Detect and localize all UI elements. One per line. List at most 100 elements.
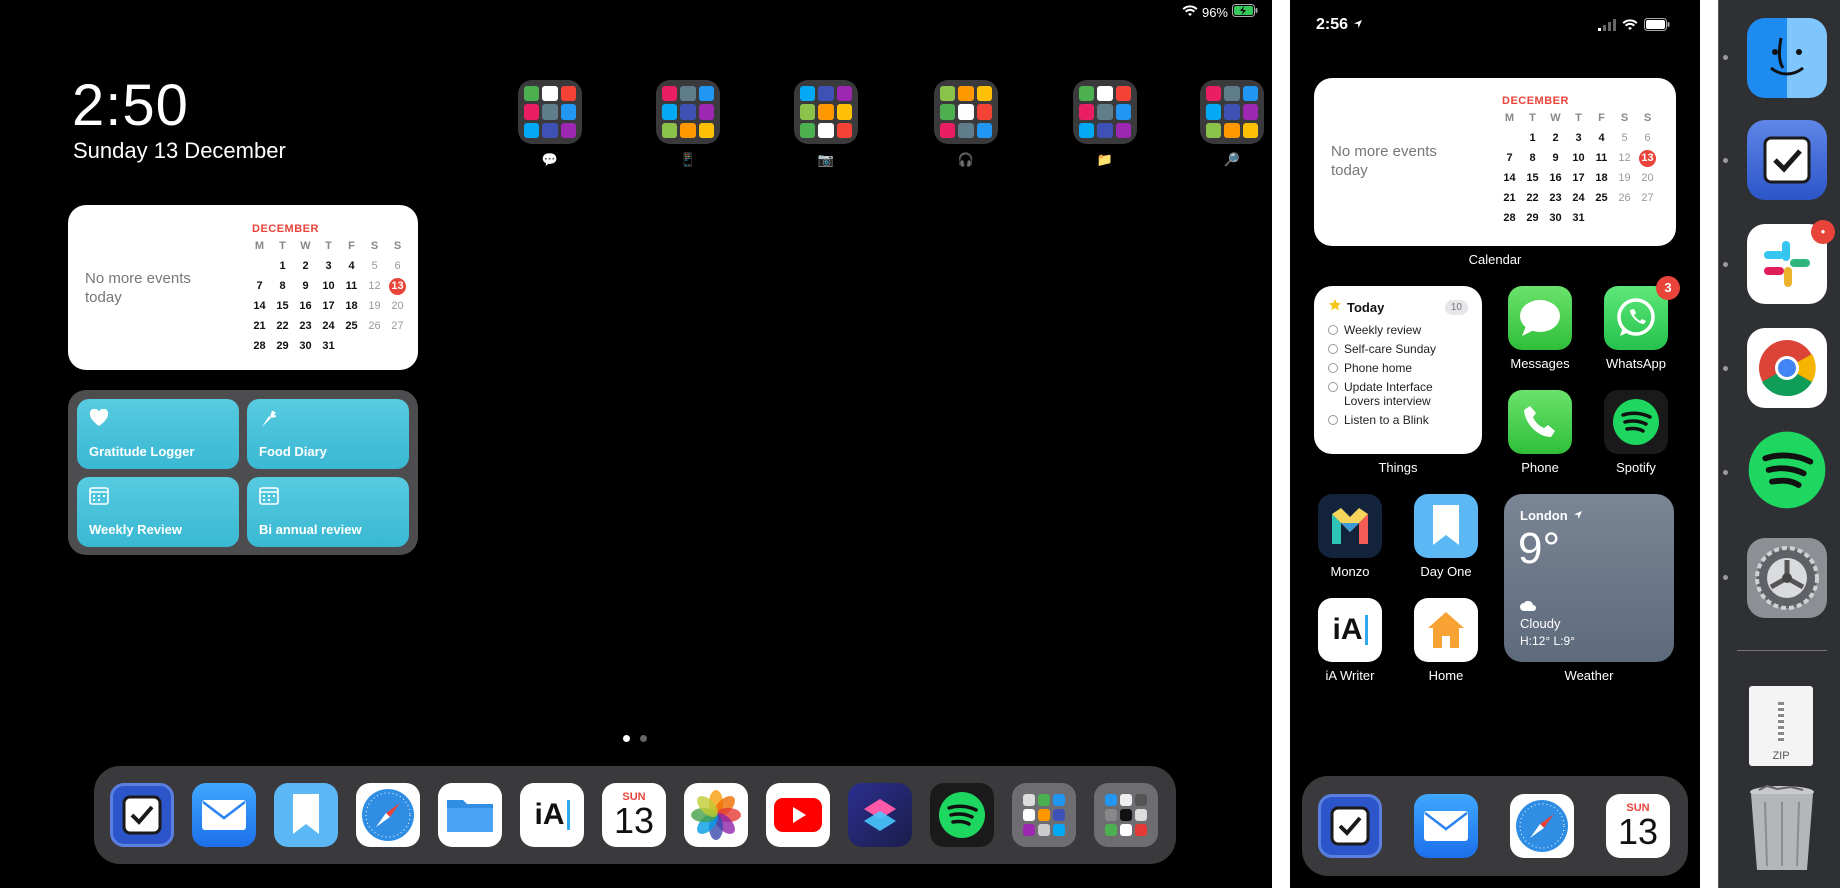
trash-icon[interactable] <box>1747 784 1817 874</box>
weather-widget[interactable]: London 9° Cloudy H:12° L:9° <box>1504 494 1674 662</box>
weekday-header: T <box>325 240 332 252</box>
youtube-app-icon[interactable] <box>766 783 830 847</box>
calendar-day: 15 <box>276 300 289 312</box>
todo-item[interactable]: Phone home <box>1328 361 1468 375</box>
calendar-day: 3 <box>325 260 332 272</box>
photos-app-icon[interactable] <box>684 783 748 847</box>
todo-item[interactable]: Update Interface Lovers interview <box>1328 380 1468 408</box>
calendar-day: 1 <box>279 260 286 272</box>
calendar-day: 7 <box>1506 152 1513 164</box>
calendar-icon-date: 13 <box>1617 811 1659 852</box>
spotify-app-icon[interactable] <box>1604 390 1668 454</box>
ipad-status-bar: 96% <box>1182 4 1258 20</box>
chrome-icon[interactable] <box>1747 328 1827 408</box>
running-indicator <box>1723 575 1728 580</box>
checkbox-icon[interactable] <box>1328 344 1338 354</box>
dock-folder-icon[interactable] <box>1094 783 1158 847</box>
iphone-calendar-widget[interactable]: No more events today DECEMBER MTWTFSS123… <box>1314 78 1676 246</box>
calendar-day: 6 <box>394 260 401 272</box>
spotify-mac-icon[interactable] <box>1747 430 1827 510</box>
ipad-screen: 96% 2:50 Sunday 13 December No more even… <box>0 0 1272 888</box>
folder-chat-icon[interactable] <box>518 80 582 144</box>
running-indicator <box>1723 55 1728 60</box>
mail-app-icon[interactable] <box>1414 794 1478 858</box>
carrot-icon <box>259 409 279 434</box>
home-app-icon[interactable] <box>1414 598 1478 662</box>
calendar-widget[interactable]: No more events today DECEMBER MTWTFSS123… <box>68 205 418 370</box>
shortcut-bi-annual-review[interactable]: Bi annual review <box>247 477 409 547</box>
calendar-day-today: 13 <box>1639 150 1656 167</box>
calendar-day: 19 <box>1618 172 1631 184</box>
folder-search-icon[interactable] <box>1200 80 1264 144</box>
calendar-app-icon[interactable]: SUN 13 <box>1606 794 1670 858</box>
calendar-app-icon[interactable]: SUN 13 <box>602 783 666 847</box>
zip-file-icon[interactable]: ZIP <box>1749 686 1813 766</box>
shortcut-food-diary[interactable]: Food Diary <box>247 399 409 469</box>
dayone-label: Day One <box>1420 564 1472 579</box>
dock-folder-icon[interactable] <box>1012 783 1076 847</box>
messages-app-icon[interactable] <box>1508 286 1572 350</box>
iphone-status-time: 2:56 <box>1316 16 1349 33</box>
folder-files-icon[interactable] <box>1073 80 1137 144</box>
checkbox-icon[interactable] <box>1328 325 1338 335</box>
running-indicator <box>1723 158 1728 163</box>
phone-app-icon[interactable] <box>1508 390 1572 454</box>
iawriter-app-icon[interactable]: iA <box>520 783 584 847</box>
calendar-day <box>363 338 386 355</box>
calendar-day: 25 <box>1595 192 1608 204</box>
battery-icon <box>1644 18 1670 36</box>
todo-item[interactable]: Weekly review <box>1328 323 1468 337</box>
calendar-day: 25 <box>345 320 358 332</box>
shortcuts-app-icon[interactable] <box>848 783 912 847</box>
things-app-icon[interactable] <box>1318 794 1382 858</box>
folder-label: 📱 <box>679 152 697 167</box>
shortcut-weekly-review[interactable]: Weekly Review <box>77 477 239 547</box>
lock-time: 2:50 <box>72 73 189 138</box>
folder-label: 📷 <box>817 152 835 167</box>
calendar-day: 29 <box>1526 212 1539 224</box>
folder-label: 🎧 <box>957 152 975 167</box>
checkbox-icon[interactable] <box>1328 382 1338 392</box>
spotify-label: Spotify <box>1616 460 1656 475</box>
calendar-day: 7 <box>256 280 263 292</box>
things-mac-icon[interactable] <box>1747 120 1827 200</box>
folder-headphones-icon[interactable] <box>934 80 998 144</box>
calendar-day: 29 <box>276 340 289 352</box>
todo-item[interactable]: Self-care Sunday <box>1328 342 1468 356</box>
calendar-day: 22 <box>1526 192 1539 204</box>
things-app-icon[interactable] <box>110 783 174 847</box>
dayone-app-icon[interactable] <box>274 783 338 847</box>
things-widget[interactable]: Today 10 Weekly review Self-care Sunday … <box>1314 286 1482 454</box>
checkbox-icon[interactable] <box>1328 363 1338 373</box>
checkbox-icon[interactable] <box>1328 415 1338 425</box>
calendar-day: 20 <box>391 300 404 312</box>
weather-widget-label: Weather <box>1564 668 1614 683</box>
calendar-day: 23 <box>299 320 312 332</box>
mail-app-icon[interactable] <box>192 783 256 847</box>
monzo-app-icon[interactable] <box>1318 494 1382 558</box>
dock-separator <box>1737 650 1827 651</box>
folder-phone-icon[interactable] <box>656 80 720 144</box>
cloud-icon <box>1520 598 1536 616</box>
page-indicator[interactable] <box>618 729 652 747</box>
weekday-header: W <box>300 240 311 252</box>
folder-label: 📁 <box>1096 152 1114 167</box>
weekday-header: S <box>393 240 402 252</box>
todo-item[interactable]: Listen to a Blink <box>1328 413 1468 427</box>
calendar-day: 14 <box>253 300 266 312</box>
calendar-day: 16 <box>299 300 312 312</box>
no-events-text: No more events today <box>85 270 191 306</box>
dayone-app-icon[interactable] <box>1414 494 1478 558</box>
folder-camera-icon[interactable] <box>794 80 858 144</box>
shortcut-label: Bi annual review <box>259 522 362 537</box>
system-preferences-icon[interactable] <box>1747 538 1827 618</box>
safari-app-icon[interactable] <box>356 783 420 847</box>
shortcut-gratitude-logger[interactable]: Gratitude Logger <box>77 399 239 469</box>
files-app-icon[interactable] <box>438 783 502 847</box>
calendar-day: 1 <box>1529 132 1536 144</box>
safari-app-icon[interactable] <box>1510 794 1574 858</box>
calendar-day <box>1613 210 1636 227</box>
finder-icon[interactable] <box>1747 18 1827 98</box>
iawriter-app-icon[interactable]: iA <box>1318 598 1382 662</box>
spotify-app-icon[interactable] <box>930 783 994 847</box>
